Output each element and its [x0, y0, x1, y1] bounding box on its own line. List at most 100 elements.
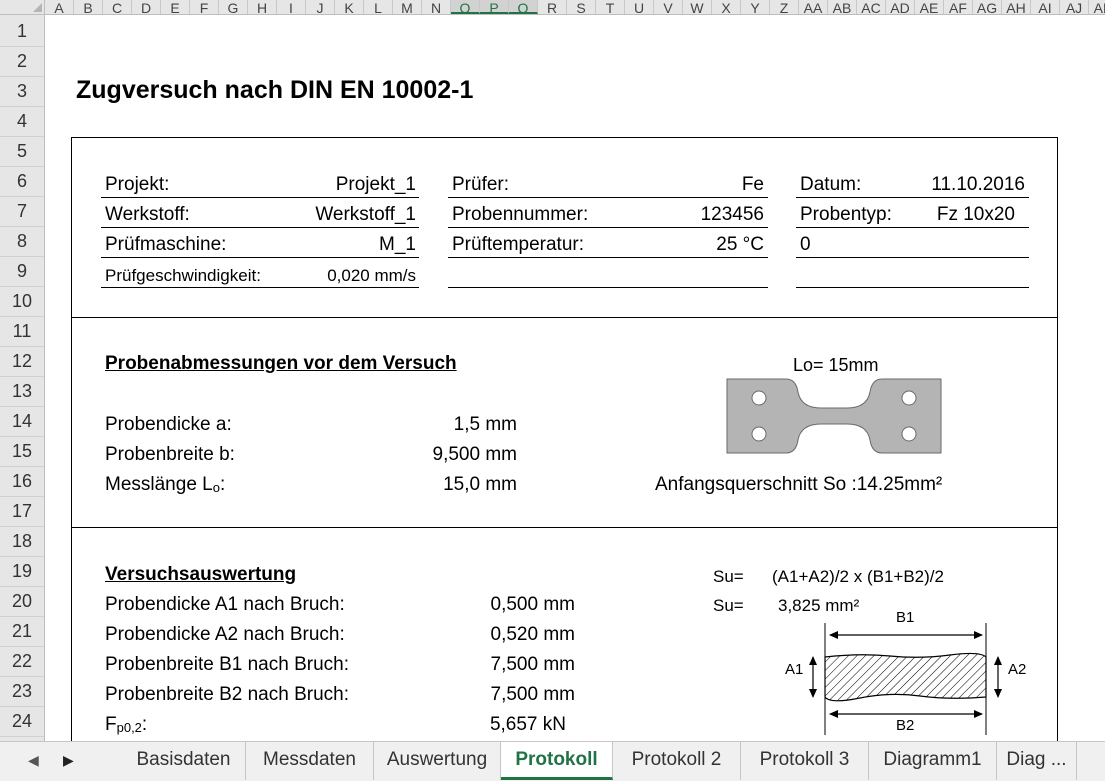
column-header-g[interactable]: G [219, 0, 248, 14]
pruefgeschwindigkeit-value[interactable]: 0,020 mm/s [290, 265, 416, 287]
row-header-2[interactable]: 2 [0, 47, 44, 77]
column-header-h[interactable]: H [248, 0, 277, 14]
a2-label: Probendicke A2 nach Bruch: [105, 624, 345, 645]
extra-value[interactable]: 0 [800, 234, 811, 256]
row-header-22[interactable]: 22 [0, 647, 44, 677]
underline [448, 227, 768, 228]
column-header-l[interactable]: L [364, 0, 393, 14]
column-header-a[interactable]: A [45, 0, 74, 14]
row-header-23[interactable]: 23 [0, 677, 44, 707]
row-header-7[interactable]: 7 [0, 197, 44, 227]
row-header-21[interactable]: 21 [0, 617, 44, 647]
projekt-value[interactable]: Projekt_1 [260, 174, 416, 196]
column-header-k[interactable]: K [335, 0, 364, 14]
column-header-m[interactable]: M [393, 0, 422, 14]
column-header-e[interactable]: E [161, 0, 190, 14]
row-header-17[interactable]: 17 [0, 497, 44, 527]
probentyp-value[interactable]: Fz 10x20 [910, 204, 1015, 226]
row-header-8[interactable]: 8 [0, 227, 44, 257]
column-header-ab[interactable]: AB [828, 0, 857, 14]
tab-diag[interactable]: Diag ... [997, 742, 1077, 780]
tab-protokoll-3[interactable]: Protokoll 3 [741, 742, 869, 780]
row-header-14[interactable]: 14 [0, 407, 44, 437]
column-header-p[interactable]: P [480, 0, 509, 14]
querschnitt-caption: Anfangsquerschnitt So :14.25mm² [655, 474, 943, 495]
tab-protokoll[interactable]: Protokoll [501, 742, 613, 780]
underline [796, 287, 1029, 288]
column-header-w[interactable]: W [683, 0, 712, 14]
column-header-n[interactable]: N [422, 0, 451, 14]
column-header-y[interactable]: Y [741, 0, 770, 14]
column-header-ad[interactable]: AD [886, 0, 915, 14]
column-header-v[interactable]: V [654, 0, 683, 14]
column-header-ae[interactable]: AE [915, 0, 944, 14]
row-header-4[interactable]: 4 [0, 107, 44, 137]
tab-auswertung[interactable]: Auswertung [374, 742, 501, 780]
column-header-b[interactable]: B [74, 0, 103, 14]
row-header-16[interactable]: 16 [0, 467, 44, 497]
column-header-u[interactable]: U [625, 0, 654, 14]
column-header-d[interactable]: D [132, 0, 161, 14]
row-header-5[interactable]: 5 [0, 137, 44, 167]
column-header-ag[interactable]: AG [973, 0, 1002, 14]
column-header-ah[interactable]: AH [1002, 0, 1031, 14]
column-header-aj[interactable]: AJ [1060, 0, 1089, 14]
column-header-af[interactable]: AF [944, 0, 973, 14]
row-header-1[interactable]: 1 [0, 17, 44, 47]
pruefgeschwindigkeit-label: Prüfgeschwindigkeit: [105, 266, 261, 285]
column-header-c[interactable]: C [103, 0, 132, 14]
tab-protokoll-2[interactable]: Protokoll 2 [613, 742, 741, 780]
pruefer-value[interactable]: Fe [640, 174, 764, 196]
column-header-s[interactable]: S [567, 0, 596, 14]
fp-value[interactable]: 5,657 kN [450, 714, 566, 736]
datum-value[interactable]: 11.10.2016 [880, 174, 1025, 196]
scroll-right-icon[interactable]: ▶ [63, 752, 74, 769]
column-header-o[interactable]: O [451, 0, 480, 14]
tab-basisdaten[interactable]: Basisdaten [122, 742, 246, 780]
column-header-ai[interactable]: AI [1031, 0, 1060, 14]
pruefmaschine-value[interactable]: M_1 [260, 234, 416, 256]
diagram-label-a2: A2 [1008, 661, 1027, 678]
tab-diagramm1[interactable]: Diagramm1 [869, 742, 997, 780]
row-header-13[interactable]: 13 [0, 377, 44, 407]
column-header-aa[interactable]: AA [799, 0, 828, 14]
auswertung-heading: Versuchsauswertung [105, 564, 297, 585]
select-all-corner[interactable] [0, 0, 45, 14]
su-label-1: Su= [713, 567, 744, 586]
probennummer-value[interactable]: 123456 [640, 204, 764, 226]
scroll-left-icon[interactable]: ◀ [28, 752, 39, 769]
row-header-10[interactable]: 10 [0, 287, 44, 317]
column-header-r[interactable]: R [538, 0, 567, 14]
column-header-j[interactable]: J [306, 0, 335, 14]
row-header-9[interactable]: 9 [0, 257, 44, 287]
column-header-f[interactable]: F [190, 0, 219, 14]
row-header-3[interactable]: 3 [0, 77, 44, 107]
diagram-label-b1: B1 [896, 609, 915, 626]
underline [796, 197, 1029, 198]
row-header-24[interactable]: 24 [0, 707, 44, 737]
column-header-i[interactable]: I [277, 0, 306, 14]
a1-value[interactable]: 0,500 mm [450, 594, 575, 616]
prueftemperatur-value[interactable]: 25 °C [640, 234, 764, 256]
row-header-6[interactable]: 6 [0, 167, 44, 197]
probendicke-value[interactable]: 1,5 mm [380, 414, 517, 436]
column-header-q[interactable]: Q [509, 0, 538, 14]
row-header-12[interactable]: 12 [0, 347, 44, 377]
a2-value[interactable]: 0,520 mm [450, 624, 575, 646]
werkstoff-value[interactable]: Werkstoff_1 [260, 204, 416, 226]
column-header-t[interactable]: T [596, 0, 625, 14]
row-header-18[interactable]: 18 [0, 527, 44, 557]
column-header-z[interactable]: Z [770, 0, 799, 14]
column-header-x[interactable]: X [712, 0, 741, 14]
row-header-15[interactable]: 15 [0, 437, 44, 467]
row-header-11[interactable]: 11 [0, 317, 44, 347]
b2-value[interactable]: 7,500 mm [450, 684, 575, 706]
column-header-ak[interactable]: AK [1089, 0, 1105, 14]
probenbreite-value[interactable]: 9,500 mm [380, 444, 517, 466]
row-header-20[interactable]: 20 [0, 587, 44, 617]
messlaenge-value[interactable]: 15,0 mm [380, 474, 517, 496]
row-header-19[interactable]: 19 [0, 557, 44, 587]
tab-messdaten[interactable]: Messdaten [246, 742, 374, 780]
column-header-ac[interactable]: AC [857, 0, 886, 14]
b1-value[interactable]: 7,500 mm [450, 654, 575, 676]
